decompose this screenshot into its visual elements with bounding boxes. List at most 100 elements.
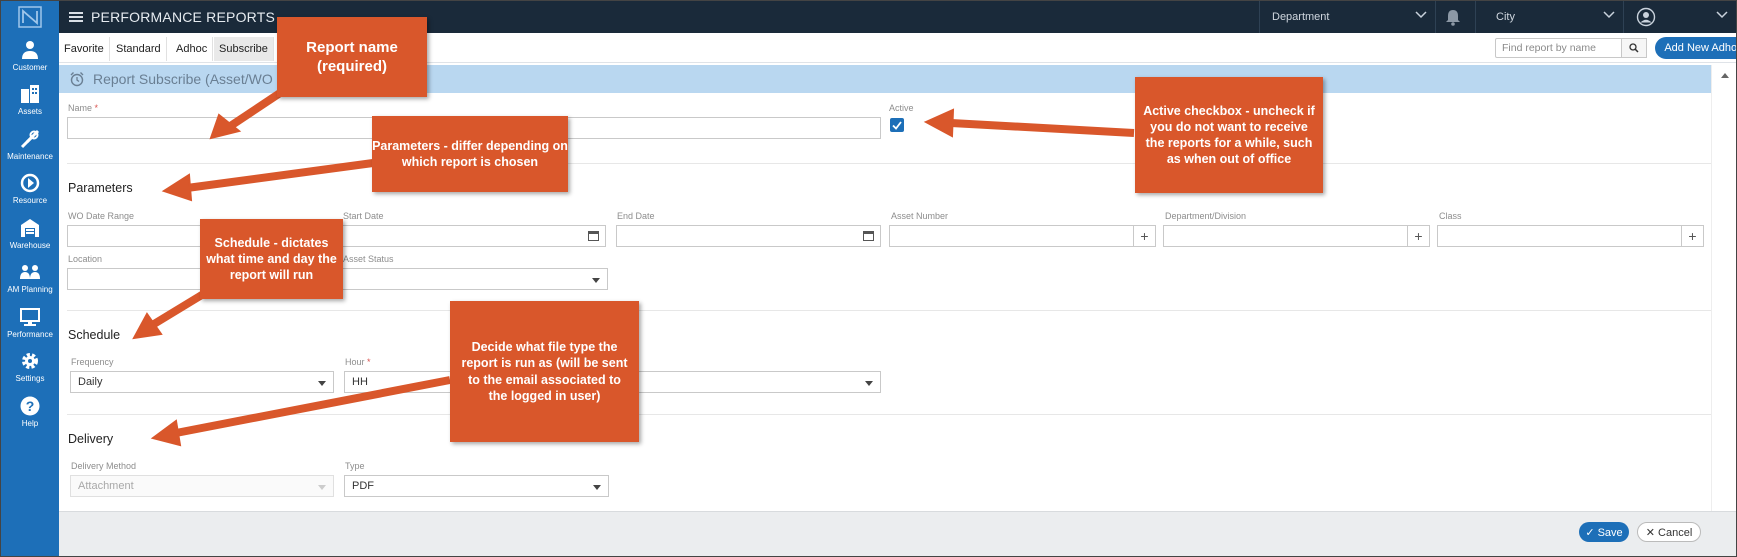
city-dropdown[interactable]: City xyxy=(1475,1,1623,33)
name-label: Name * xyxy=(68,103,98,113)
required-mark: * xyxy=(367,357,371,367)
hour-label-text: Hour xyxy=(345,357,365,367)
search-input[interactable] xyxy=(1495,38,1635,58)
notifications-button[interactable] xyxy=(1435,1,1475,33)
asset-status-select[interactable] xyxy=(342,268,608,290)
sidebar-item-label: Customer xyxy=(12,62,48,72)
customer-icon xyxy=(22,40,38,59)
help-icon: ? xyxy=(20,396,40,416)
delivery-heading: Delivery xyxy=(68,432,114,446)
type-select[interactable]: PDF xyxy=(344,475,609,497)
add-adhoc-report-button[interactable]: Add New Adhoc Report xyxy=(1655,37,1736,59)
asset-number-label: Asset Number xyxy=(891,211,949,221)
frequency-select[interactable]: Daily xyxy=(70,371,334,393)
callout-parameters: Parameters - differ depending on which r… xyxy=(372,116,568,192)
add-class-button[interactable]: + xyxy=(1681,226,1703,246)
caret-down-icon xyxy=(318,381,326,386)
location-label: Location xyxy=(68,254,103,264)
gear-icon xyxy=(22,353,38,370)
sidebar-item-assets[interactable]: Assets xyxy=(1,78,59,123)
sidebar-item-resource[interactable]: Resource xyxy=(1,167,59,212)
tab-subscribe[interactable]: Subscribe xyxy=(214,37,274,61)
assets-icon xyxy=(21,85,39,104)
hour-value: HH xyxy=(352,376,368,388)
sidebar-item-label: Help xyxy=(21,418,39,428)
divider xyxy=(67,310,1711,311)
app-logo[interactable] xyxy=(1,1,59,33)
department-division-label: Department/Division xyxy=(1165,211,1247,221)
sidebar-item-performance[interactable]: Performance xyxy=(1,300,59,345)
sidebar: Customer Assets Maintenance Resource War… xyxy=(1,1,59,556)
chevron-down-icon xyxy=(1415,11,1427,19)
caret-down-icon xyxy=(865,381,873,386)
frequency-label: Frequency xyxy=(71,357,114,367)
save-button[interactable]: ✓ Save xyxy=(1579,522,1629,542)
caret-down-icon xyxy=(592,278,600,283)
sidebar-item-am-planning[interactable]: AM Planning xyxy=(1,256,59,301)
end-date-label: End Date xyxy=(617,211,655,221)
sidebar-item-warehouse[interactable]: Warehouse xyxy=(1,211,59,256)
class-field[interactable]: + xyxy=(1437,225,1704,247)
save-label: Save xyxy=(1597,526,1623,539)
delivery-method-value: Attachment xyxy=(78,480,134,492)
caret-down-icon xyxy=(593,485,601,490)
sidebar-item-label: Assets xyxy=(17,107,42,117)
sidebar-item-settings[interactable]: Settings xyxy=(1,345,59,390)
tab-standard[interactable]: Standard xyxy=(111,37,167,61)
sidebar-item-help[interactable]: ? Help xyxy=(1,389,59,434)
minutes-select[interactable]: M xyxy=(618,371,881,393)
form-footer: ✓ Save ✕ Cancel xyxy=(59,511,1736,556)
scroll-up-icon[interactable] xyxy=(1721,73,1729,78)
department-division-field[interactable]: + xyxy=(1163,225,1430,247)
wrench-icon xyxy=(20,129,40,148)
callout-schedule: Schedule - dictates what time and day th… xyxy=(200,219,343,299)
cancel-button[interactable]: ✕ Cancel xyxy=(1637,522,1701,542)
sidebar-item-maintenance[interactable]: Maintenance xyxy=(1,122,59,167)
divider xyxy=(67,414,1711,415)
app-title: PERFORMANCE REPORTS xyxy=(91,9,276,25)
app-window: Customer Assets Maintenance Resource War… xyxy=(0,0,1737,557)
department-label: Department xyxy=(1272,11,1330,23)
alarm-clock-icon xyxy=(70,72,84,87)
start-date-label: Start Date xyxy=(343,211,384,221)
callout-active: Active checkbox - uncheck if you do not … xyxy=(1135,77,1323,193)
report-form: Name * Active Parameters WO Date Range S… xyxy=(59,93,1711,511)
user-icon xyxy=(1636,7,1656,27)
vertical-scrollbar[interactable] xyxy=(1711,65,1736,511)
type-value: PDF xyxy=(352,480,374,492)
monitor-icon xyxy=(20,307,40,326)
tab-favorite[interactable]: Favorite xyxy=(59,37,110,61)
active-checkbox[interactable] xyxy=(890,118,904,132)
type-label: Type xyxy=(345,461,365,471)
search-button[interactable] xyxy=(1621,38,1647,58)
sidebar-item-customer[interactable]: Customer xyxy=(1,33,59,78)
bell-icon xyxy=(1446,10,1460,26)
add-department-button[interactable]: + xyxy=(1407,226,1429,246)
warehouse-icon xyxy=(21,218,39,237)
name-label-text: Name xyxy=(68,103,93,113)
calendar-icon[interactable] xyxy=(863,231,874,241)
add-asset-number-button[interactable]: + xyxy=(1133,226,1155,246)
start-date-field[interactable] xyxy=(342,225,606,247)
end-date-field[interactable] xyxy=(616,225,881,247)
svg-text:?: ? xyxy=(26,398,35,414)
city-label: City xyxy=(1496,11,1515,23)
close-icon: ✕ xyxy=(1645,526,1659,539)
user-menu[interactable] xyxy=(1623,1,1736,33)
search-icon xyxy=(1629,43,1639,53)
sidebar-item-label: Resource xyxy=(12,196,48,206)
tab-adhoc[interactable]: Adhoc xyxy=(171,37,214,61)
calendar-icon[interactable] xyxy=(588,231,599,241)
department-dropdown[interactable]: Department xyxy=(1259,1,1435,33)
delivery-method-label: Delivery Method xyxy=(71,461,137,471)
callout-file-type: Decide what file type the report is run … xyxy=(450,301,639,442)
chevron-down-icon xyxy=(1603,11,1615,19)
callout-report-name: Report name (required) xyxy=(277,17,427,97)
hamburger-icon[interactable] xyxy=(69,12,83,22)
asset-number-field[interactable]: + xyxy=(889,225,1156,247)
sidebar-item-label: Maintenance xyxy=(7,151,53,161)
sidebar-item-label: AM Planning xyxy=(7,285,53,295)
planning-icon xyxy=(20,265,40,280)
asset-status-label: Asset Status xyxy=(343,254,394,264)
schedule-heading: Schedule xyxy=(68,328,121,342)
